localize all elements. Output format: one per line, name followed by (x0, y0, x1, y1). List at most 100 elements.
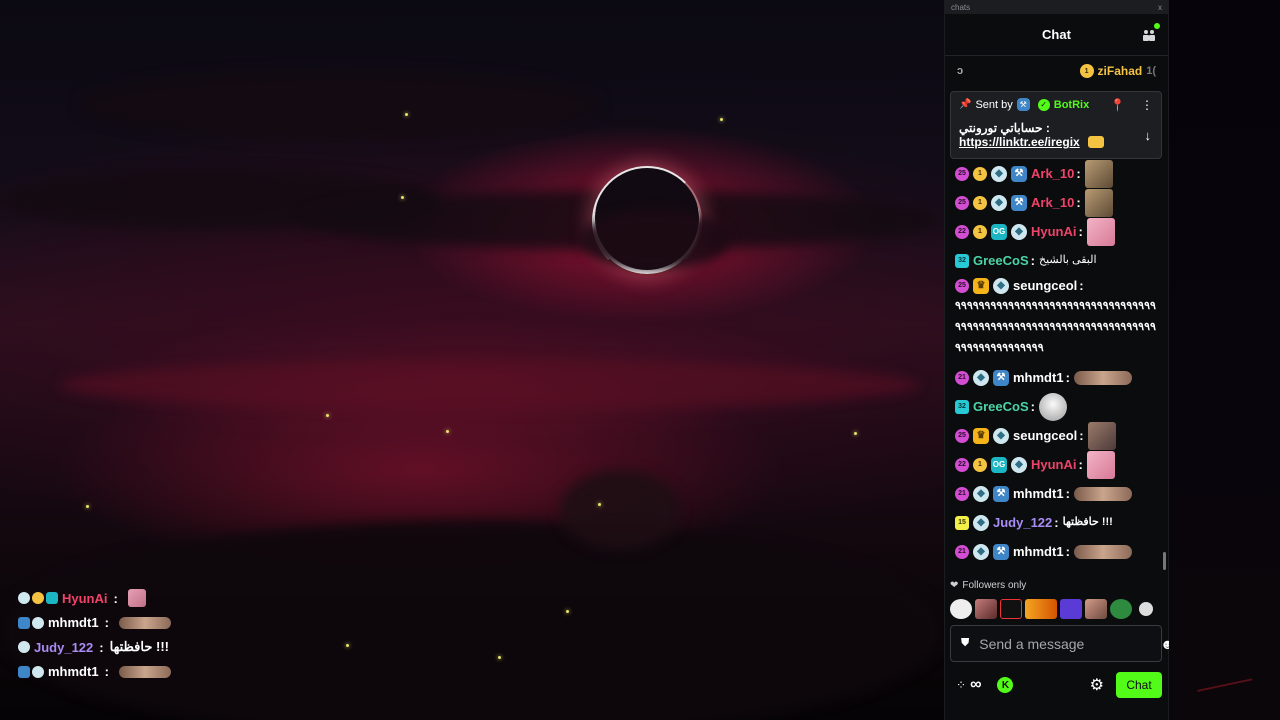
shield-icon[interactable]: ⛊ (961, 637, 969, 650)
emote-image (1038, 392, 1067, 421)
colon: : (1079, 278, 1084, 293)
chat-message[interactable]: 25 ♛ ◆ seungceol: ٩٩٩٩٩٩٩٩٩٩٩٩٩٩٩٩٩٩٩٩٩٩… (955, 275, 1158, 363)
message-input-box[interactable]: ⛊ ☻ (950, 625, 1175, 662)
chat-message[interactable]: 15 ◆ Judy_122: حافظتها !!! (955, 508, 1158, 537)
bird-badge-icon: ◆ (1011, 223, 1027, 240)
chat-bottom-bar: ⁘ ∞ K ⚙ Chat (950, 670, 1162, 700)
gear-icon[interactable]: ⚙ (1090, 675, 1104, 695)
chat-username[interactable]: Ark_10 (1031, 192, 1074, 213)
pinned-message[interactable]: 📌 Sent by ⚒ ✓ BotRix 📍 ⋮ حساباتي تورونتي… (950, 91, 1162, 159)
chat-username[interactable]: HyunAi (1031, 221, 1077, 242)
chat-message[interactable]: 32 GreeCoS: البقى بالشيخ (955, 246, 1158, 275)
chat-message[interactable]: 21 ◆ ⚒ mhmdt1: (955, 537, 1158, 566)
chat-username[interactable]: GreeCoS (973, 250, 1029, 271)
pinned-sent-by: Sent by (975, 98, 1013, 111)
sub-badge: 22 (955, 224, 969, 239)
loading-spinner-icon: ↄ (957, 65, 964, 77)
overlay-chat-line: mhmdt1 : (18, 660, 218, 685)
chat-username[interactable]: mhmdt1 (1013, 367, 1064, 388)
points-icon[interactable]: ⁘ (956, 678, 966, 692)
emote-image (1086, 450, 1115, 479)
emote-button[interactable] (1139, 602, 1153, 616)
popout-title: chats (951, 2, 971, 12)
chat-title: Chat (1042, 27, 1071, 42)
emote-button[interactable] (1060, 599, 1082, 619)
gift-badge: 1 (973, 224, 987, 239)
followers-only-label: Followers only (962, 580, 1027, 591)
message-input[interactable] (979, 635, 1161, 652)
close-icon[interactable]: x (1158, 3, 1162, 12)
pinned-link[interactable]: https://linktr.ee/iregix (959, 135, 1080, 149)
emote-button[interactable] (1025, 599, 1057, 619)
chat-username[interactable]: mhmdt1 (1013, 483, 1064, 504)
cloud (80, 70, 600, 140)
kick-icon[interactable]: K (997, 677, 1014, 693)
pin-icon[interactable]: 📍 (1110, 98, 1125, 112)
colon: : (1065, 370, 1070, 385)
chat-username[interactable]: Ark_10 (1031, 163, 1074, 184)
emote-image (1073, 544, 1132, 559)
chat-username[interactable]: Judy_122 (993, 512, 1052, 533)
colon: : (1076, 195, 1081, 210)
bird-badge-icon: ◆ (973, 369, 989, 386)
chat-message-text: حافظتها !!! (1062, 516, 1113, 528)
sub-badge: 25 (955, 428, 969, 443)
online-indicator (1154, 23, 1160, 29)
bird-badge-icon (32, 616, 44, 629)
colon: : (1078, 457, 1083, 472)
popout-title-bar: chats x (945, 0, 1168, 14)
emote-image (118, 665, 171, 678)
overlay-message-text: حافظتها !!! (109, 639, 169, 655)
arrow-down-icon[interactable]: ↓ (1145, 128, 1152, 143)
colon: : (1030, 253, 1035, 268)
chat-username[interactable]: seungceol (1013, 425, 1077, 446)
sub-badge: 15 (955, 515, 969, 530)
emote-button[interactable] (1110, 599, 1132, 619)
chat-message[interactable]: 25 1 ◆ ⚒ Ark_10: (955, 188, 1158, 217)
emote-button[interactable] (975, 599, 997, 619)
emote-image (1087, 136, 1104, 148)
top-gifter[interactable]: 1 ziFahad 1( (1079, 64, 1156, 78)
bird-badge-icon: ◆ (991, 194, 1007, 211)
bird-badge-icon (18, 592, 30, 605)
emote-button[interactable] (1000, 599, 1022, 619)
firefly (720, 118, 723, 121)
users-icon[interactable] (1140, 23, 1160, 44)
firefly (566, 610, 569, 613)
bird-badge-icon: ◆ (993, 277, 1009, 294)
chat-message[interactable]: 22 1 OG ◆ HyunAi: (955, 450, 1158, 479)
bird-badge-icon: ◆ (973, 543, 989, 560)
top-gifters-bar[interactable]: ↄ 1 ziFahad 1( (945, 56, 1168, 86)
colon: : (1054, 515, 1059, 530)
chat-message[interactable]: 25 1 ◆ ⚒ Ark_10: (955, 159, 1158, 188)
emote-button[interactable] (1085, 599, 1107, 619)
crown-badge-icon: ♛ (973, 277, 989, 294)
og-badge-icon: OG (991, 223, 1007, 240)
chat-messages[interactable]: 25 1 ◆ ⚒ Ark_10: 25 1 ◆ ⚒ Ark_10: 22 1 O… (945, 90, 1168, 580)
more-vertical-icon[interactable]: ⋮ (1141, 98, 1153, 112)
sub-badge: 21 (955, 370, 969, 385)
gift-badge: 1 (973, 195, 987, 210)
send-chat-button[interactable]: Chat (1116, 672, 1162, 698)
chat-username[interactable]: HyunAi (1031, 454, 1077, 475)
chat-message[interactable]: 21 ◆ ⚒ mhmdt1: (955, 479, 1158, 508)
chat-message[interactable]: 21 ◆ ⚒ mhmdt1: (955, 363, 1158, 392)
chat-username[interactable]: mhmdt1 (1013, 541, 1064, 562)
tool-badge-icon: ⚒ (1016, 98, 1030, 111)
pinned-sender[interactable]: BotRix (1054, 99, 1089, 111)
chat-message[interactable]: 25 ♛ ◆ seungceol: (955, 421, 1158, 450)
bird-badge-icon: ◆ (1011, 456, 1027, 473)
bird-badge-icon: ◆ (973, 485, 989, 502)
chat-message[interactable]: 22 1 OG ◆ HyunAi: (955, 217, 1158, 246)
tool-badge-icon: ⚒ (993, 543, 1009, 560)
og-badge-icon: OG (991, 456, 1007, 473)
pinned-actions: 📍 ⋮ (1110, 98, 1153, 112)
chat-username[interactable]: seungceol (1013, 275, 1077, 296)
chat-message-text: ٩٩٩٩٩٩٩٩٩٩٩٩٩٩٩٩٩٩٩٩٩٩٩٩٩٩٩٩٩٩٩٩٩٩٩٩٩٩٩٩… (955, 300, 1156, 354)
chat-message[interactable]: 32 GreeCoS: (955, 392, 1158, 421)
pin-icon: 📌 (959, 99, 972, 110)
chat-username[interactable]: GreeCoS (973, 396, 1029, 417)
emote-button[interactable] (950, 599, 972, 619)
og-badge-icon (46, 592, 58, 605)
overlay-chat-line: Judy_122 : حافظتها !!! (18, 635, 218, 660)
